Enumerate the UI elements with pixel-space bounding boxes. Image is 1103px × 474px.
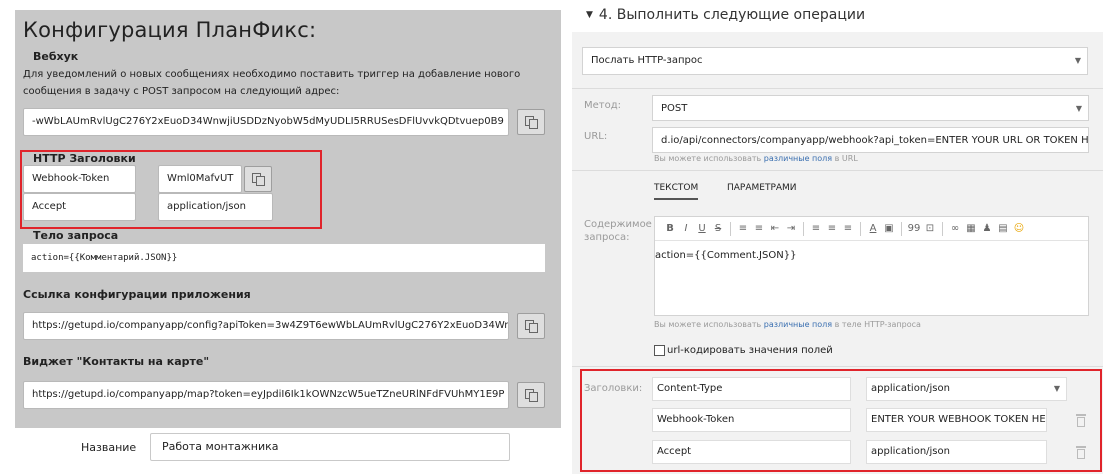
bold-icon[interactable]: B	[663, 223, 677, 234]
request-body-editor[interactable]: B I U S ≡ ≡ ⇤ ⇥ ≡ ≡ ≡ A ▣ 99 ⊡ ∞ ▦ ♟ ▤ ☺…	[654, 216, 1089, 316]
strikethrough-icon[interactable]: S	[711, 223, 725, 234]
request-body-field[interactable]: action={{Комментарий.JSON}}	[23, 244, 545, 272]
divider	[572, 88, 1103, 89]
align-left-icon[interactable]: ≡	[809, 223, 823, 234]
url-label: URL:	[584, 131, 608, 142]
url-hint: Вы можете использовать различные поля в …	[654, 154, 858, 163]
divider	[572, 170, 1103, 171]
table-icon[interactable]: ▦	[964, 223, 978, 234]
urlencode-checkbox[interactable]	[654, 345, 665, 356]
quote-icon[interactable]: 99	[907, 223, 921, 234]
text-color-icon[interactable]: A	[866, 223, 880, 234]
request-body-heading: Тело запроса	[33, 229, 119, 242]
indent-icon[interactable]: ⇥	[784, 223, 798, 234]
dropdown-arrow-icon: ▼	[1074, 56, 1081, 65]
image-icon[interactable]: ▤	[996, 223, 1010, 234]
http-headers-highlight	[20, 150, 322, 229]
method-select[interactable]: POST ▼	[652, 95, 1089, 121]
urlencode-option[interactable]: url-кодировать значения полей	[654, 345, 833, 356]
section-title: 4. Выполнить следующие операции	[598, 7, 866, 23]
emoji-icon[interactable]: ☺	[1012, 223, 1026, 234]
app-config-url-field[interactable]: https://getupd.io/companyapp/config?apiT…	[23, 312, 509, 340]
content-label: Содержимое запроса:	[584, 219, 652, 243]
copy-map-url-button[interactable]	[517, 382, 545, 408]
urlencode-label: url-кодировать значения полей	[667, 345, 833, 356]
link-icon[interactable]: ∞	[948, 223, 962, 234]
method-label: Метод:	[584, 100, 622, 111]
numbered-list-icon[interactable]: ≡	[736, 223, 750, 234]
content-hint: Вы можете использовать различные поля в …	[654, 320, 921, 329]
fields-link[interactable]: различные поля	[764, 154, 832, 163]
name-label: Название	[81, 441, 137, 454]
map-widget-heading: Виджет "Контакты на карте"	[23, 355, 210, 368]
copy-icon	[525, 320, 538, 333]
align-right-icon[interactable]: ≡	[841, 223, 855, 234]
webhook-url-field[interactable]: -wWbLAUmRvlUgC276Y2xEuoD34WnwjiUSDDzNyob…	[23, 108, 509, 136]
copy-icon	[525, 389, 538, 402]
section-header[interactable]: ▼ 4. Выполнить следующие операции	[572, 0, 1103, 32]
fields-link[interactable]: различные поля	[764, 320, 832, 329]
request-body-text: action={{Comment.JSON}}	[655, 250, 797, 261]
copy-webhook-url-button[interactable]	[517, 109, 545, 135]
dropdown-arrow-icon: ▼	[1075, 104, 1082, 113]
divider	[572, 366, 1103, 367]
copy-config-url-button[interactable]	[517, 313, 545, 339]
operation-select[interactable]: Послать HTTP-запрос ▼	[582, 47, 1088, 75]
config-title: Конфигурация ПланФикс:	[23, 18, 317, 42]
map-widget-url-field[interactable]: https://getupd.io/companyapp/map?token=e…	[23, 381, 509, 409]
outdent-icon[interactable]: ⇤	[768, 223, 782, 234]
url-input[interactable]: d.io/api/connectors/companyapp/webhook?a…	[652, 127, 1089, 153]
background-color-icon[interactable]: ▣	[882, 223, 896, 234]
collapse-caret-icon[interactable]: ▼	[586, 10, 593, 20]
webhook-description: Для уведомлений о новых сообщениях необх…	[23, 69, 521, 97]
webhook-heading: Вебхук	[33, 50, 79, 63]
bullet-list-icon[interactable]: ≡	[752, 223, 766, 234]
italic-icon[interactable]: I	[679, 223, 693, 234]
copy-icon	[525, 116, 538, 129]
underline-icon[interactable]: U	[695, 223, 709, 234]
template-icon[interactable]: ⊡	[923, 223, 937, 234]
user-icon[interactable]: ♟	[980, 223, 994, 234]
name-input[interactable]: Работа монтажника	[150, 433, 510, 461]
align-center-icon[interactable]: ≡	[825, 223, 839, 234]
headers-highlight	[580, 369, 1102, 472]
tab-text[interactable]: ТЕКСТОМ	[654, 183, 699, 200]
editor-toolbar: B I U S ≡ ≡ ⇤ ⇥ ≡ ≡ ≡ A ▣ 99 ⊡ ∞ ▦ ♟ ▤ ☺	[655, 217, 1088, 241]
app-config-link-heading: Ссылка конфигурации приложения	[23, 288, 251, 301]
tab-parameters[interactable]: ПАРАМЕТРАМИ	[727, 183, 797, 193]
